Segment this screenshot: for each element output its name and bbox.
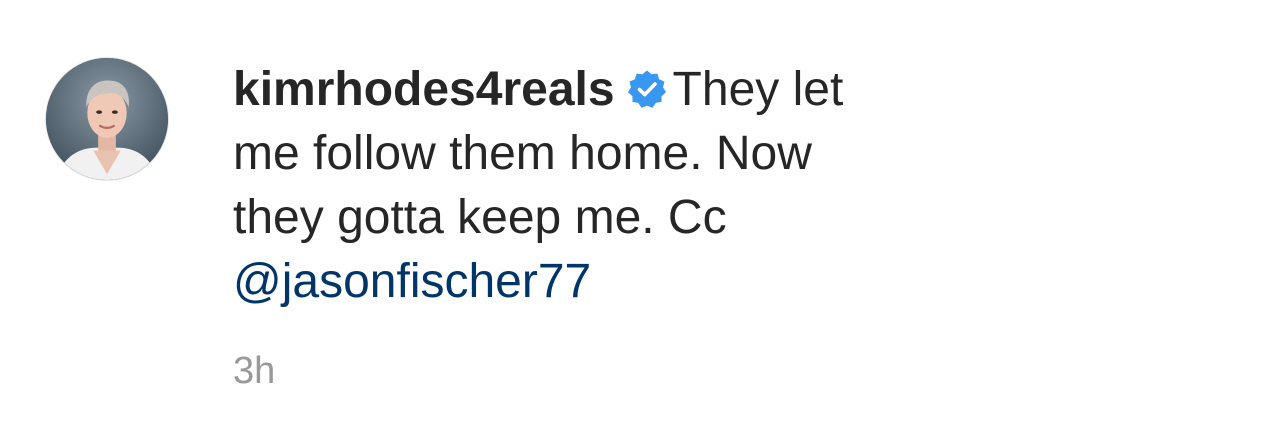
- comment-text-line-2: me follow them home. Now: [233, 127, 812, 180]
- verified-badge-icon: [627, 62, 667, 108]
- avatar[interactable]: [45, 57, 169, 181]
- comment-body: kimrhodes4reals They let me follow them ho…: [233, 58, 993, 314]
- username-link[interactable]: kimrhodes4reals: [233, 63, 615, 116]
- comment-item: kimrhodes4reals They let me follow them ho…: [0, 0, 1271, 447]
- comment-text-line-3: they gotta keep me. Cc: [233, 191, 727, 244]
- avatar-photo: [46, 58, 168, 180]
- comment-text-line-1: They let: [672, 63, 844, 116]
- comment-text: kimrhodes4reals They let me follow them ho…: [233, 58, 993, 314]
- comment-timestamp: 3h: [233, 350, 276, 392]
- mention-link[interactable]: @jasonfischer77: [233, 255, 591, 308]
